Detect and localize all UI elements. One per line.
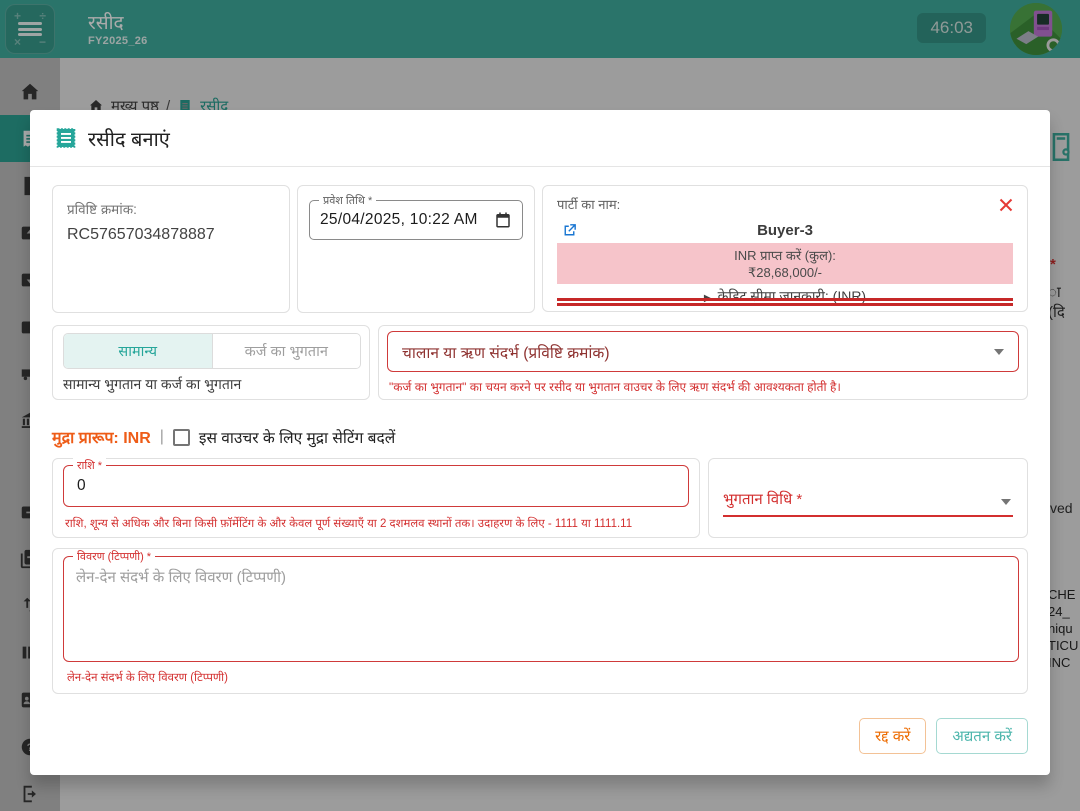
amount-input[interactable]: राशि * 0 — [63, 465, 689, 507]
amount-card: राशि * 0 राशि, शून्य से अधिक और बिना किस… — [52, 458, 700, 538]
description-label: विवरण (टिप्पणी) * — [73, 549, 155, 564]
update-button[interactable]: अद्यतन करें — [936, 718, 1028, 754]
screen: + ÷ × − रसीद FY2025_26 46:03 — [0, 0, 1080, 811]
tab-loan-payment[interactable]: कर्ज का भुगतान — [213, 334, 361, 368]
invoice-reference-label: चालान या ऋण संदर्भ (प्रविष्टि क्रमांक) — [402, 341, 610, 363]
payment-method-card: भुगतान विधि * — [708, 458, 1028, 538]
credit-alert-underline — [557, 298, 1013, 306]
payment-method-underline — [723, 515, 1013, 517]
payment-type-tabs: सामान्य कर्ज का भुगतान — [63, 333, 361, 369]
cancel-button[interactable]: रद्द करें — [859, 718, 926, 754]
calendar-icon[interactable] — [494, 211, 512, 229]
entry-number-card: प्रविष्टि क्रमांक: RC57657034878887 — [52, 185, 290, 313]
party-card: पार्टी का नाम: Buyer-3 INR प्राप्त करें … — [542, 185, 1028, 312]
entry-date-card: प्रवेश तिथि * 25/04/2025, 10:22 AM — [297, 185, 535, 313]
entry-date-value: 25/04/2025, 10:22 AM — [320, 211, 478, 229]
receivable-label: INR प्राप्त करें (कुल): — [557, 247, 1013, 264]
currency-separator: | — [160, 428, 164, 446]
currency-format-label: मुद्रा प्रारूप: INR — [52, 426, 151, 448]
close-icon[interactable] — [995, 194, 1017, 216]
currency-settings-checkbox[interactable] — [173, 429, 190, 446]
receivable-banner: INR प्राप्त करें (कुल): ₹28,68,000/- — [557, 243, 1013, 284]
currency-row: मुद्रा प्रारूप: INR | इस वाउचर के लिए मु… — [52, 426, 395, 448]
dialog-header: रसीद बनाएं — [30, 110, 1050, 167]
chevron-down-icon[interactable] — [1001, 499, 1011, 505]
chevron-down-icon — [994, 349, 1004, 355]
payment-type-card: सामान्य कर्ज का भुगतान सामान्य भुगतान या… — [52, 325, 370, 400]
invoice-reference-select[interactable]: चालान या ऋण संदर्भ (प्रविष्टि क्रमांक) — [387, 331, 1019, 372]
party-name-value: Buyer-3 — [543, 222, 1027, 239]
party-name-label: पार्टी का नाम: — [557, 195, 620, 213]
description-card: विवरण (टिप्पणी) * लेन-देन संदर्भ के लिए … — [52, 548, 1028, 694]
receipt-title-icon — [54, 126, 78, 150]
amount-value: 0 — [77, 477, 86, 495]
description-helper-text: लेन-देन संदर्भ के लिए विवरण (टिप्पणी) — [67, 670, 228, 685]
entry-number-label: प्रविष्टि क्रमांक: — [67, 200, 275, 218]
create-receipt-dialog: रसीद बनाएं प्रविष्टि क्रमांक: RC57657034… — [30, 110, 1050, 775]
payment-method-select[interactable]: भुगतान विधि * — [723, 489, 802, 509]
reference-card: चालान या ऋण संदर्भ (प्रविष्टि क्रमांक) "… — [378, 325, 1028, 400]
tab-normal[interactable]: सामान्य — [64, 334, 213, 368]
description-field-wrap: विवरण (टिप्पणी) * — [63, 556, 1019, 662]
dialog-actions: रद्द करें अद्यतन करें — [859, 718, 1028, 754]
entry-number-value: RC57657034878887 — [67, 226, 275, 244]
dialog-title: रसीद बनाएं — [88, 125, 170, 152]
currency-checkbox-label: इस वाउचर के लिए मुद्रा सेटिंग बदलें — [199, 426, 395, 448]
amount-label: राशि * — [73, 458, 106, 473]
amount-helper-text: राशि, शून्य से अधिक और बिना किसी फ़ॉर्मे… — [65, 516, 632, 531]
description-textarea[interactable] — [64, 557, 1018, 661]
receivable-value: ₹28,68,000/- — [557, 264, 1013, 281]
entry-date-label: प्रवेश तिथि * — [319, 193, 376, 208]
payment-type-helper: सामान्य भुगतान या कर्ज का भुगतान — [63, 375, 241, 394]
entry-date-input[interactable]: प्रवेश तिथि * 25/04/2025, 10:22 AM — [309, 200, 523, 240]
reference-helper-text: "कर्ज का भुगतान" का चयन करने पर रसीद या … — [389, 378, 841, 395]
